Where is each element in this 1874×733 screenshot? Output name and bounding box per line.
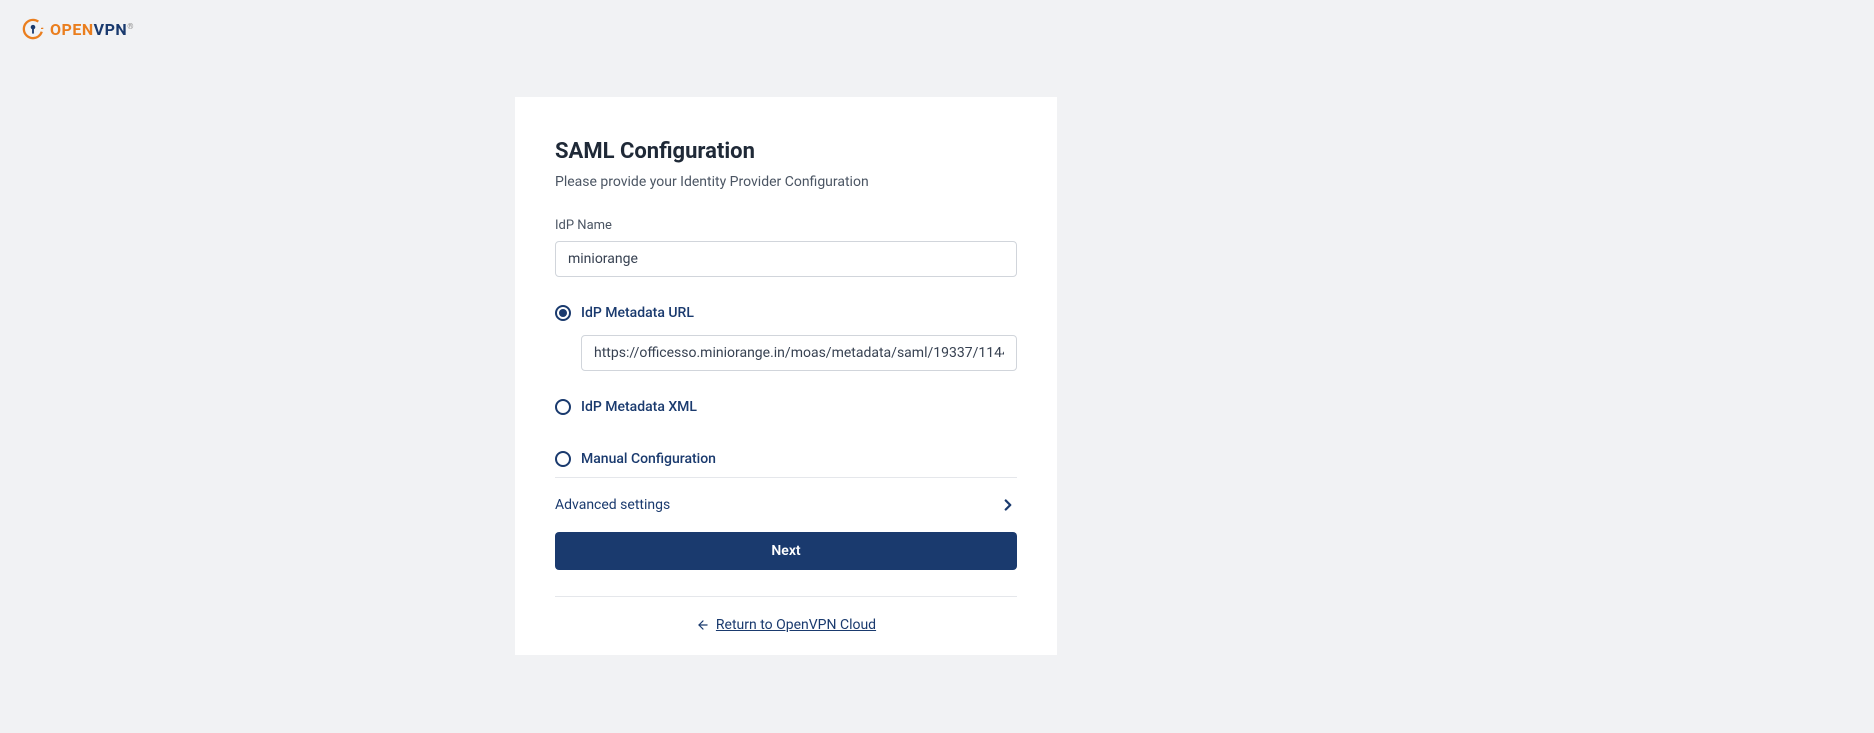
return-link[interactable]: Return to OpenVPN Cloud (555, 597, 1017, 633)
arrow-left-icon (696, 618, 710, 632)
next-button[interactable]: Next (555, 532, 1017, 570)
logo: OPENVPN® (22, 18, 134, 40)
radio-label-metadata-xml: IdP Metadata XML (581, 399, 697, 415)
openvpn-logo-icon (22, 18, 44, 40)
metadata-url-input-wrapper (581, 335, 1017, 371)
advanced-settings-toggle[interactable]: Advanced settings (555, 478, 1017, 532)
metadata-radio-group: IdP Metadata URL IdP Metadata XML Manual… (555, 305, 1017, 467)
trademark-icon: ® (127, 22, 134, 31)
return-link-text: Return to OpenVPN Cloud (716, 617, 876, 633)
radio-idp-metadata-xml[interactable]: IdP Metadata XML (555, 399, 1017, 415)
logo-open: OPEN (50, 20, 94, 39)
idp-name-input[interactable] (555, 241, 1017, 277)
radio-label-manual: Manual Configuration (581, 451, 716, 467)
logo-text: OPENVPN® (50, 20, 134, 39)
page-subtitle: Please provide your Identity Provider Co… (555, 174, 1017, 190)
metadata-url-input[interactable] (581, 335, 1017, 371)
radio-idp-metadata-url[interactable]: IdP Metadata URL (555, 305, 1017, 321)
advanced-settings-label: Advanced settings (555, 497, 670, 513)
radio-unselected-icon (555, 451, 571, 467)
radio-label-metadata-url: IdP Metadata URL (581, 305, 694, 321)
radio-selected-icon (555, 305, 571, 321)
radio-manual-configuration[interactable]: Manual Configuration (555, 451, 1017, 467)
radio-unselected-icon (555, 399, 571, 415)
chevron-right-icon (999, 496, 1017, 514)
idp-name-label: IdP Name (555, 218, 1017, 233)
saml-config-card: SAML Configuration Please provide your I… (515, 97, 1057, 655)
logo-vpn: VPN (94, 20, 128, 39)
page-title: SAML Configuration (555, 139, 1017, 164)
